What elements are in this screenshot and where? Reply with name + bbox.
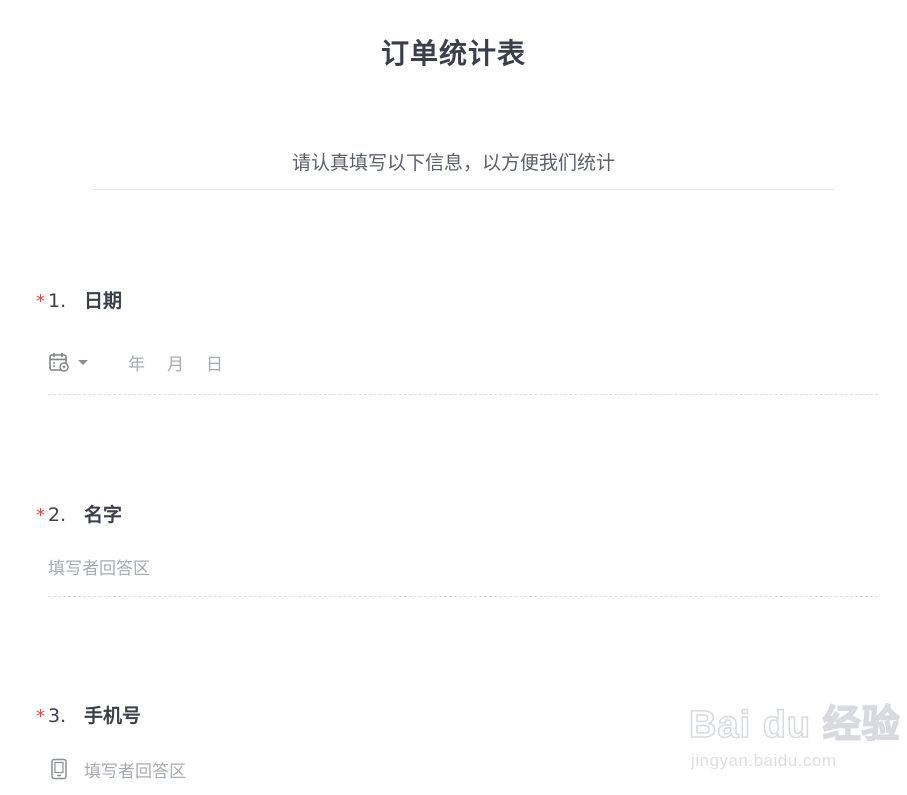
- question-number: 1.: [48, 290, 67, 312]
- phone-placeholder: 填写者回答区: [84, 761, 186, 782]
- required-mark: *: [36, 291, 45, 312]
- date-unit-day[interactable]: 日: [206, 350, 223, 375]
- name-placeholder: 填写者回答区: [48, 558, 150, 579]
- question-title: 名字: [84, 504, 123, 526]
- question-title: 日期: [84, 290, 123, 312]
- name-input[interactable]: 填写者回答区: [48, 550, 878, 597]
- question-name: * 2. 名字 填写者回答区: [36, 500, 878, 597]
- required-mark: *: [36, 505, 45, 526]
- chevron-down-icon[interactable]: [78, 359, 88, 365]
- question-title: 手机号: [84, 705, 142, 727]
- header-divider: [92, 189, 834, 190]
- question-number: 2.: [48, 504, 67, 526]
- question-number: 3.: [48, 705, 67, 727]
- form-description: 请认真填写以下信息，以方便我们统计: [291, 152, 615, 174]
- date-picker[interactable]: 年 月 日: [48, 350, 245, 375]
- phone-input[interactable]: 填写者回答区: [48, 751, 878, 787]
- calendar-icon[interactable]: [48, 351, 70, 373]
- question-header: * 2. 名字: [36, 500, 878, 528]
- question-phone: * 3. 手机号 填写者回答区: [36, 701, 878, 782]
- phone-icon: [51, 758, 67, 780]
- question-header: * 1. 日期: [36, 286, 878, 314]
- question-date: * 1. 日期 年 月 日: [36, 286, 878, 395]
- date-unit-year[interactable]: 年: [128, 350, 145, 375]
- date-unit-month[interactable]: 月: [167, 350, 184, 375]
- question-header: * 3. 手机号: [36, 701, 878, 729]
- date-answer-area[interactable]: 年 月 日: [48, 342, 878, 395]
- required-mark: *: [36, 706, 45, 727]
- form-title: 订单统计表: [380, 37, 526, 70]
